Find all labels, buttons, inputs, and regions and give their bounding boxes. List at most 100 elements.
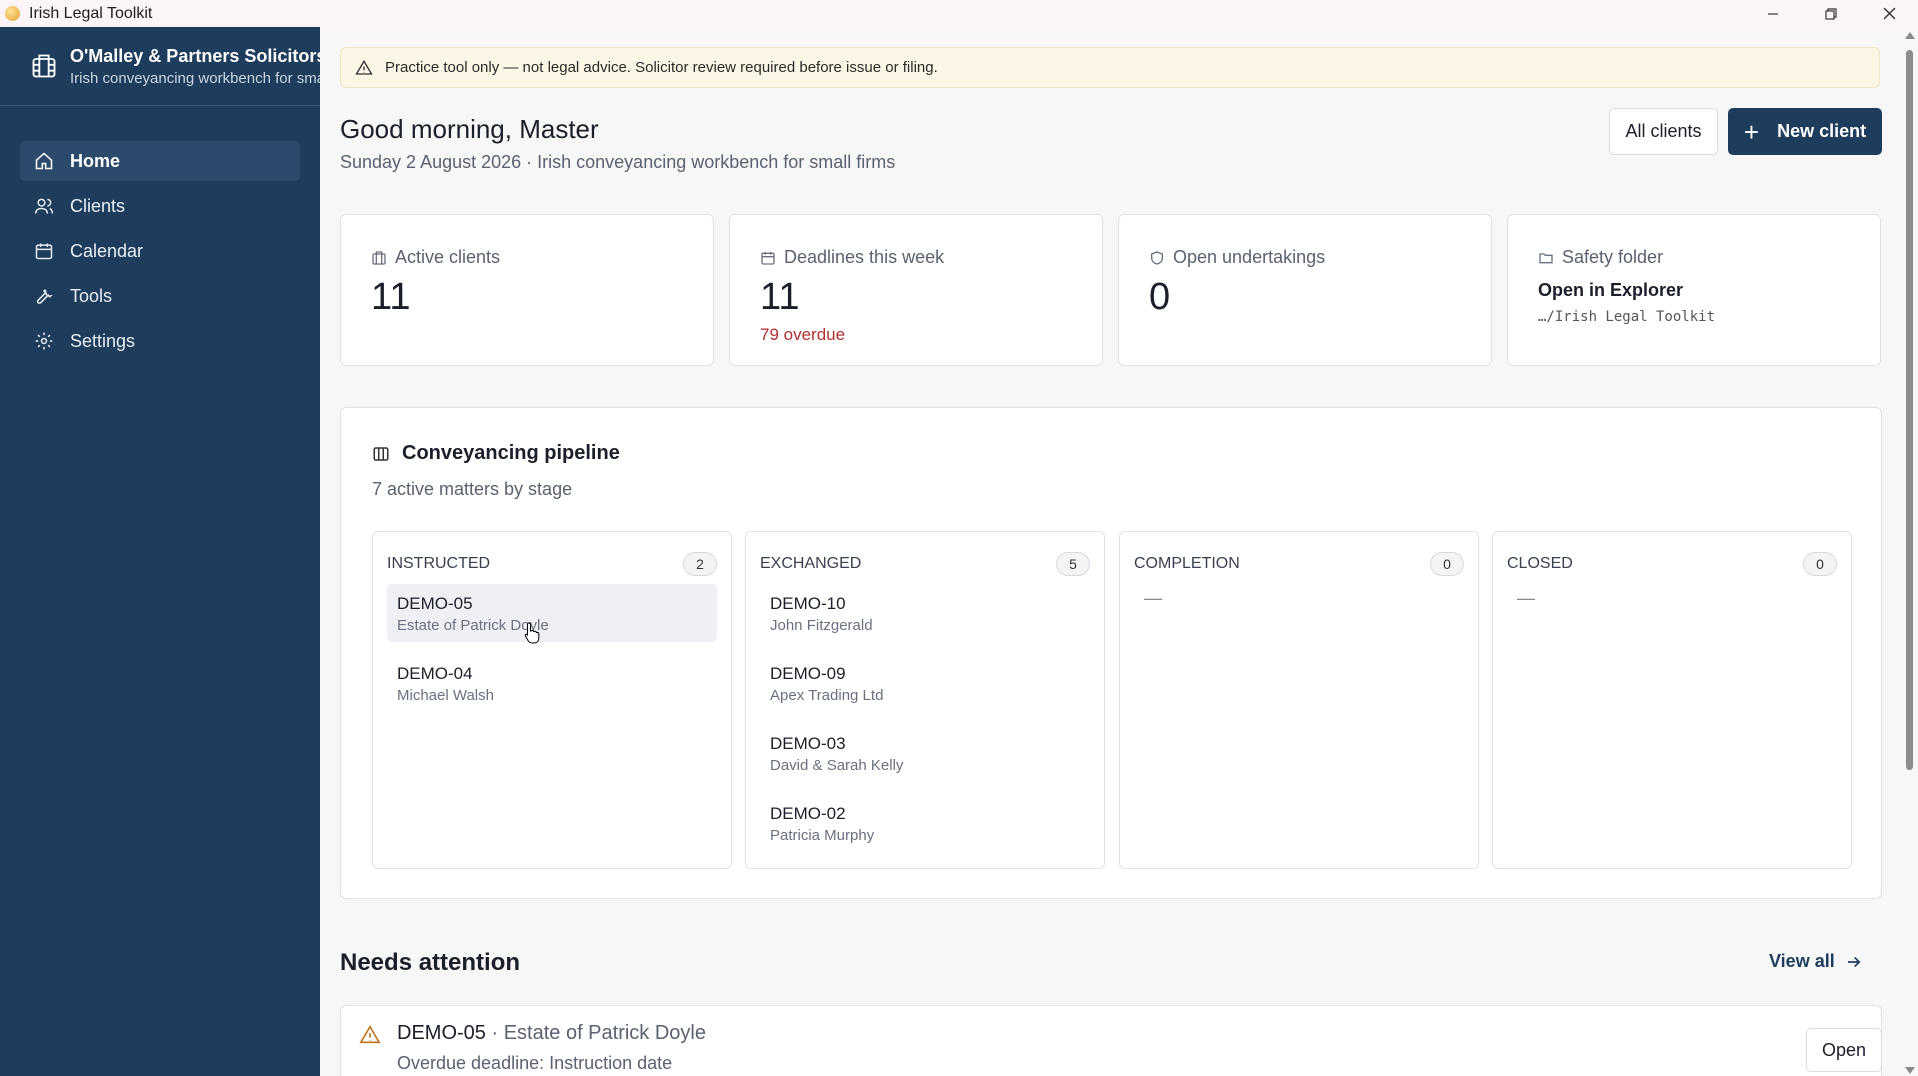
gear-icon <box>35 332 53 350</box>
pipeline-column-closed: CLOSED 0 — <box>1492 531 1852 869</box>
stat-label: Deadlines this week <box>784 247 945 267</box>
open-in-explorer-link[interactable]: Open in Explorer <box>1538 280 1880 301</box>
sidebar-item-home[interactable]: Home <box>20 141 300 181</box>
matter-client: Michael Walsh <box>397 687 494 704</box>
matter-id: DEMO-03 <box>770 734 846 753</box>
active-clients-card[interactable]: Active clients 11 <box>340 214 714 366</box>
attention-item: DEMO-05 · Estate of Patrick Doyle Overdu… <box>340 1005 1882 1076</box>
matter-card[interactable]: DEMO-10 John Fitzgerald <box>760 584 1090 642</box>
matter-card[interactable]: DEMO-09 Apex Trading Ltd <box>760 654 1090 712</box>
sidebar: O'Malley & Partners Solicitors Irish con… <box>0 27 320 1076</box>
scroll-thumb[interactable] <box>1906 50 1913 770</box>
title-bar: Irish Legal Toolkit <box>0 0 1918 27</box>
stat-value: 11 <box>371 276 411 318</box>
vertical-scrollbar[interactable] <box>1900 27 1918 1076</box>
empty-placeholder: — <box>1517 588 1535 608</box>
minimize-button[interactable] <box>1744 0 1802 27</box>
columns-icon <box>373 446 389 461</box>
building-icon <box>32 54 56 78</box>
page-subtitle: Sunday 2 August 2026 · Irish conveyancin… <box>340 152 896 172</box>
sidebar-item-label: Home <box>70 150 121 171</box>
view-all-link[interactable]: View all <box>1769 951 1863 972</box>
attention-separator: · <box>485 1022 504 1044</box>
pipeline-column-instructed: INSTRUCTED 2 DEMO-05 Estate of Patrick D… <box>372 531 732 869</box>
minimize-icon <box>1768 12 1778 15</box>
new-client-label: New client <box>1777 121 1867 141</box>
mouse-cursor-icon <box>524 622 540 644</box>
calendar-icon <box>761 251 775 265</box>
column-count-badge: 5 <box>1056 552 1090 576</box>
stat-value: 11 <box>760 276 800 318</box>
column-count-badge: 2 <box>683 552 717 576</box>
sidebar-item-label: Clients <box>70 195 126 216</box>
close-icon <box>1883 7 1895 20</box>
scroll-up-arrow-icon[interactable] <box>1905 32 1915 39</box>
attention-detail: Overdue deadline: Instruction date <box>397 1053 673 1073</box>
stat-label: Safety folder <box>1562 247 1664 267</box>
arrow-right-icon <box>1847 956 1861 967</box>
main-content: Practice tool only — not legal advice. S… <box>320 27 1900 1076</box>
needs-attention-title: Needs attention <box>340 949 521 976</box>
matter-client: David & Sarah Kelly <box>770 757 904 774</box>
all-clients-button[interactable]: All clients <box>1609 108 1718 155</box>
banner-text: Practice tool only — not legal advice. S… <box>385 59 938 76</box>
attention-client: Estate of Patrick Doyle <box>503 1022 706 1044</box>
matter-card[interactable]: DEMO-04 Michael Walsh <box>387 654 717 712</box>
matter-id: DEMO-05 <box>397 594 473 613</box>
deadlines-card[interactable]: Deadlines this week 11 79 overdue <box>729 214 1103 366</box>
home-icon <box>35 152 53 170</box>
stat-value: 0 <box>1149 276 1171 318</box>
sidebar-item-settings[interactable]: Settings <box>20 321 300 361</box>
pipeline-title: Conveyancing pipeline <box>372 442 620 465</box>
users-icon <box>34 198 54 214</box>
app-icon <box>5 6 20 21</box>
folder-path: …/Irish Legal Toolkit <box>1538 309 1716 325</box>
column-count-badge: 0 <box>1430 552 1464 576</box>
open-button[interactable]: Open <box>1806 1028 1882 1072</box>
matter-client: Apex Trading Ltd <box>770 687 884 704</box>
sidebar-item-label: Tools <box>70 285 113 306</box>
page-title: Good morning, Master <box>340 114 599 144</box>
sidebar-item-label: Calendar <box>70 240 144 261</box>
column-name: EXCHANGED <box>760 555 862 572</box>
sidebar-nav: Home Clients Calendar Tools Settings <box>0 106 320 361</box>
firm-name: O'Malley & Partners Solicitors <box>70 45 320 66</box>
scroll-down-arrow-icon[interactable] <box>1905 1067 1915 1074</box>
column-name: CLOSED <box>1507 555 1573 572</box>
close-button[interactable] <box>1860 0 1918 27</box>
sidebar-item-calendar[interactable]: Calendar <box>20 231 300 271</box>
matter-id: DEMO-09 <box>770 664 846 683</box>
firm-tagline: Irish conveyancing workbench for small f… <box>70 69 320 87</box>
new-client-button[interactable]: + New client <box>1728 108 1882 155</box>
maximize-button[interactable] <box>1802 0 1860 27</box>
warning-icon <box>359 1025 381 1044</box>
sidebar-item-tools[interactable]: Tools <box>20 276 300 316</box>
column-name: COMPLETION <box>1134 555 1240 572</box>
stat-label: Open undertakings <box>1173 247 1326 267</box>
calendar-icon <box>35 243 53 260</box>
matter-card[interactable]: DEMO-03 David & Sarah Kelly <box>760 724 1090 782</box>
building-icon <box>372 250 386 265</box>
sidebar-item-clients[interactable]: Clients <box>20 186 300 226</box>
conveyancing-pipeline: Conveyancing pipeline 7 active matters b… <box>340 407 1882 899</box>
matter-card[interactable]: DEMO-02 Patricia Murphy <box>760 794 1090 852</box>
wrench-icon <box>36 289 54 304</box>
pipeline-column-completion: COMPLETION 0 — <box>1119 531 1479 869</box>
matter-client: John Fitzgerald <box>770 617 873 634</box>
warning-icon <box>355 59 373 75</box>
pipeline-subtitle: 7 active matters by stage <box>372 479 573 499</box>
shield-icon <box>1151 250 1163 265</box>
safety-folder-card[interactable]: Safety folder Open in Explorer …/Irish L… <box>1507 214 1881 366</box>
restore-icon <box>1825 7 1837 20</box>
matter-card[interactable]: DEMO-05 Estate of Patrick Doyle <box>387 584 717 642</box>
undertakings-card[interactable]: Open undertakings 0 <box>1118 214 1492 366</box>
attention-matter-id: DEMO-05 <box>397 1022 486 1044</box>
matter-client: Estate of Patrick Doyle <box>397 617 549 634</box>
sidebar-item-label: Settings <box>70 330 136 351</box>
plus-icon: + <box>1743 116 1760 147</box>
disclaimer-banner: Practice tool only — not legal advice. S… <box>340 47 1880 88</box>
overdue-count: 79 overdue <box>760 325 846 344</box>
view-all-label: View all <box>1769 951 1835 971</box>
column-name: INSTRUCTED <box>387 555 491 572</box>
empty-placeholder: — <box>1144 588 1162 608</box>
